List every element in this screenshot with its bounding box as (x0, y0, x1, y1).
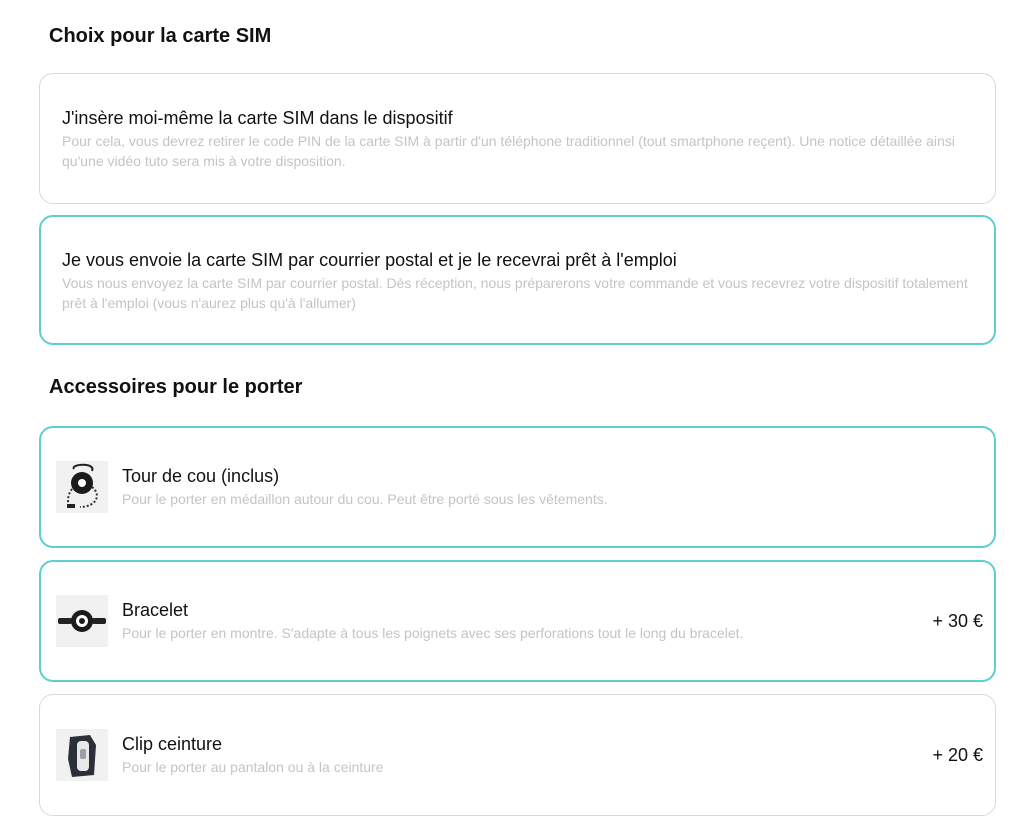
bracelet-device-image (56, 595, 108, 647)
accessory-title: Tour de cou (inclus) (122, 466, 280, 486)
accessory-option-bracelet[interactable]: Bracelet Pour le porter en montre. S'ada… (39, 560, 996, 682)
accessories-section-title: Accessoires pour le porter (49, 376, 303, 398)
sim-option-send-by-post[interactable]: Je vous envoie la carte SIM par courrier… (39, 215, 996, 345)
sim-option-description: Pour cela, vous devrez retirer le code P… (62, 133, 955, 169)
necklace-device-image (56, 461, 108, 513)
sim-option-description: Vous nous envoyez la carte SIM par courr… (62, 275, 968, 311)
belt-clip-device-image (56, 729, 108, 781)
accessory-price: + 20 € (932, 745, 983, 765)
accessory-description: Pour le porter en montre. S'adapte à tou… (122, 625, 744, 641)
sim-option-title: Je vous envoie la carte SIM par courrier… (62, 250, 677, 270)
accessory-option-necklace[interactable]: Tour de cou (inclus) Pour le porter en m… (39, 426, 996, 548)
sim-option-title: J'insère moi-même la carte SIM dans le d… (62, 108, 453, 128)
accessory-option-belt-clip[interactable]: Clip ceinture Pour le porter au pantalon… (39, 694, 996, 816)
accessory-title: Bracelet (122, 600, 189, 620)
sim-section-title: Choix pour la carte SIM (49, 25, 272, 47)
accessory-price: + 30 € (932, 611, 983, 631)
sim-option-self-insert[interactable]: J'insère moi-même la carte SIM dans le d… (39, 73, 996, 204)
accessory-description: Pour le porter au pantalon ou à la ceint… (122, 759, 384, 775)
accessory-title: Clip ceinture (122, 734, 223, 754)
accessory-description: Pour le porter en médaillon autour du co… (122, 491, 608, 507)
page: Choix pour la carte SIM J'insère moi-mêm… (0, 0, 1024, 826)
